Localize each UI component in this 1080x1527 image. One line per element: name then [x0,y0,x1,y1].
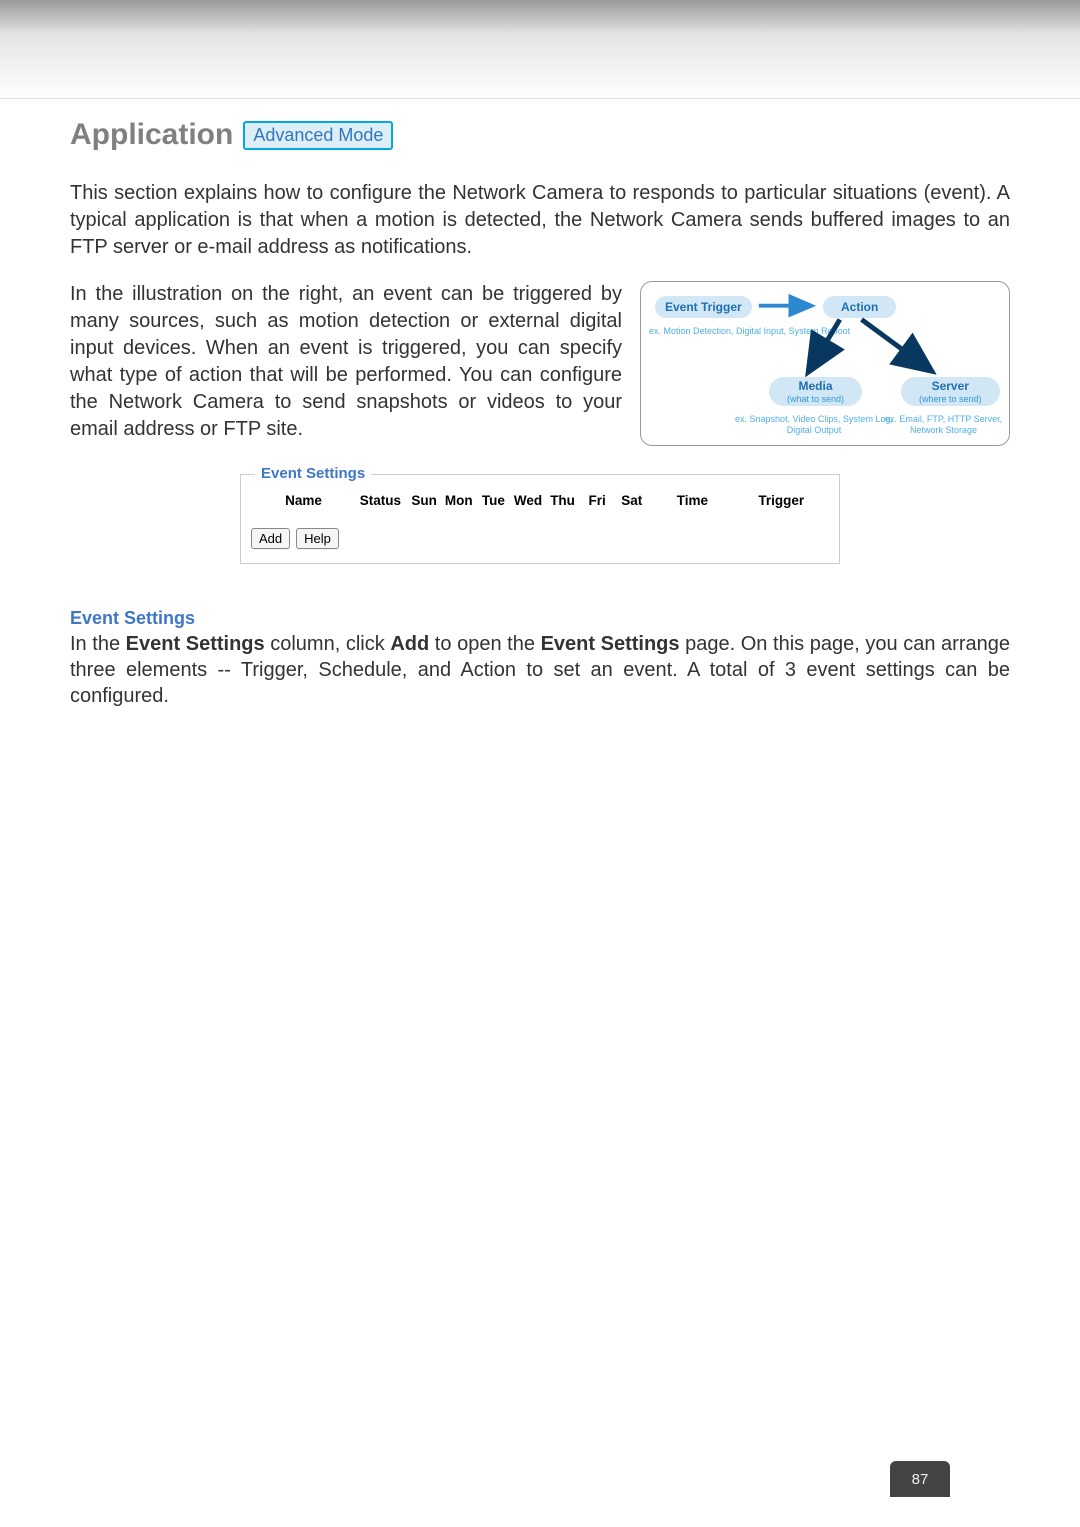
es-bold-2: Add [390,633,429,655]
es-body-3: to open the [429,633,540,655]
media-bubble: Media (what to send) [769,377,862,406]
server-bubble-label: Server [932,379,969,393]
event-trigger-bubble: Event Trigger [655,296,752,318]
es-bold-1: Event Settings [126,633,265,655]
col-trigger: Trigger [736,493,827,508]
media-bubble-sub: (what to send) [787,394,844,404]
event-trigger-example: ex. Motion Detection, Digital Input, Sys… [649,326,850,337]
col-sun: Sun [407,493,442,508]
divider [0,98,1080,99]
col-tue: Tue [476,493,511,508]
event-settings-heading: Event Settings [70,608,1010,629]
title-row: Application Advanced Mode [70,118,1010,152]
intro-paragraph-1: This section explains how to configure t… [70,180,1010,261]
col-fri: Fri [580,493,615,508]
col-name: Name [253,493,354,508]
event-settings-fieldset: Event Settings Name Status Sun Mon Tue W… [240,474,840,564]
col-status: Status [354,493,407,508]
media-example: ex. Snapshot, Video Clips, System Log, D… [729,414,899,436]
es-body-2: column, click [265,633,391,655]
add-button[interactable]: Add [251,528,290,549]
event-flow-diagram: Event Trigger ex. Motion Detection, Digi… [640,281,1010,446]
col-mon: Mon [441,493,476,508]
event-settings-body: In the Event Settings column, click Add … [70,631,1010,709]
media-bubble-label: Media [799,379,833,393]
header-gradient [0,0,1080,100]
es-bold-3: Event Settings [541,633,680,655]
es-body-1: In the [70,633,126,655]
advanced-mode-badge: Advanced Mode [243,121,393,150]
col-thu: Thu [545,493,580,508]
server-bubble: Server (where to send) [901,377,1000,406]
action-bubble: Action [823,296,896,318]
server-bubble-sub: (where to send) [919,394,982,404]
col-wed: Wed [511,493,546,508]
intro-paragraph-2: In the illustration on the right, an eve… [70,281,622,446]
col-time: Time [649,493,736,508]
page-title: Application [70,118,233,152]
col-sat: Sat [614,493,649,508]
server-example: ex. Email, FTP, HTTP Server, Network Sto… [881,414,1006,436]
page-content: Application Advanced Mode This section e… [70,118,1010,709]
event-settings-header-row: Name Status Sun Mon Tue Wed Thu Fri Sat … [253,493,827,508]
event-settings-panel: Event Settings Name Status Sun Mon Tue W… [240,474,840,564]
two-column-section: In the illustration on the right, an eve… [70,281,1010,446]
event-settings-buttons: Add Help [251,528,827,549]
event-settings-legend: Event Settings [255,465,371,482]
help-button[interactable]: Help [296,528,339,549]
page-number: 87 [890,1461,950,1497]
